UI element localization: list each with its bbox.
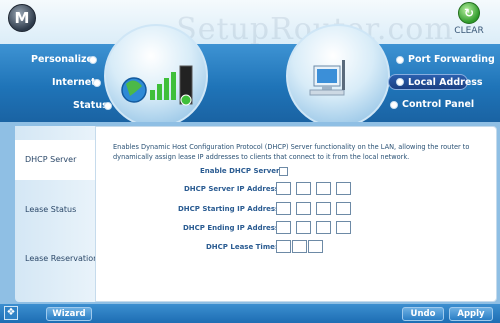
clear-button[interactable]: ↻ CLEAR (448, 2, 490, 44)
nav-dot-port-forwarding[interactable] (396, 56, 404, 64)
refresh-icon: ↻ (458, 2, 480, 24)
wizard-button[interactable]: Wizard (46, 307, 92, 321)
server-ip-octet-2[interactable] (296, 182, 311, 195)
nav-dot-personalize[interactable] (89, 56, 97, 64)
nav-dot-status[interactable] (104, 102, 112, 110)
end-ip-octet-3[interactable] (316, 221, 331, 234)
end-ip-label: DHCP Ending IP Address: (183, 224, 282, 232)
server-ip-octet-4[interactable] (336, 182, 351, 195)
start-ip-octet-3[interactable] (316, 202, 331, 215)
lease-time-days[interactable] (276, 240, 291, 253)
end-ip-octet-2[interactable] (296, 221, 311, 234)
server-ip-octet-1[interactable] (276, 182, 291, 195)
server-ip-label: DHCP Server IP Address: (184, 185, 282, 193)
nav-dot-local-address[interactable] (396, 78, 404, 86)
lease-time-label: DHCP Lease Time: (206, 243, 278, 251)
end-ip-octet-1[interactable] (276, 221, 291, 234)
nav-dot-internet[interactable] (93, 79, 101, 87)
dhcp-description: Enables Dynamic Host Configuration Proto… (113, 143, 470, 161)
nav-dot-control-panel[interactable] (390, 101, 398, 109)
collapse-icon[interactable]: ❖ (4, 306, 18, 320)
nav-item-status[interactable]: Status (73, 100, 108, 111)
lease-time-minutes[interactable] (308, 240, 323, 253)
end-ip-octet-4[interactable] (336, 221, 351, 234)
undo-button[interactable]: Undo (402, 307, 444, 321)
nav-item-internet[interactable]: Internet (52, 77, 96, 88)
lease-time-hours[interactable] (292, 240, 307, 253)
clear-label: CLEAR (454, 26, 484, 36)
apply-button[interactable]: Apply (449, 307, 493, 321)
start-ip-octet-4[interactable] (336, 202, 351, 215)
local-computer-illustration (309, 60, 345, 96)
network-bubble-right (286, 24, 390, 128)
nav-item-local-address[interactable]: Local Address (408, 77, 483, 88)
nav-item-personalize[interactable]: Personalize (31, 54, 93, 65)
nav-item-control-panel[interactable]: Control Panel (402, 99, 474, 110)
start-ip-octet-1[interactable] (276, 202, 291, 215)
start-ip-octet-2[interactable] (296, 202, 311, 215)
server-ip-octet-3[interactable] (316, 182, 331, 195)
nav-item-port-forwarding[interactable]: Port Forwarding (408, 54, 495, 65)
network-bubble-left (104, 24, 208, 128)
start-ip-label: DHCP Starting IP Address: (178, 205, 283, 213)
enable-dhcp-checkbox[interactable] (279, 167, 288, 176)
motorola-logo-icon: M (8, 4, 36, 32)
internet-status-illustration (121, 65, 193, 106)
enable-dhcp-label: Enable DHCP Server (200, 167, 280, 175)
